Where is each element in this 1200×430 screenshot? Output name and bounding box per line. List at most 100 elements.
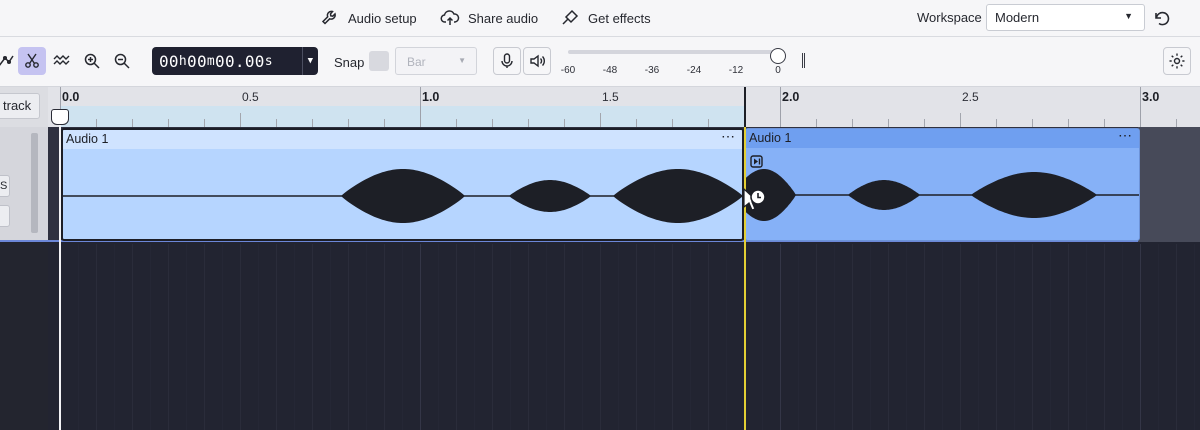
meter-tick: -12 <box>728 65 744 76</box>
get-effects-button[interactable]: Get effects <box>560 6 651 30</box>
audio-clip[interactable]: Audio 1 ⋯ <box>745 128 1140 241</box>
share-audio-label: Share audio <box>468 10 539 26</box>
audio-setup-label: Audio setup <box>348 10 417 26</box>
ruler-label: 1.0 <box>422 90 440 104</box>
grid-line <box>780 244 781 430</box>
grid-line <box>852 244 853 430</box>
grid-line <box>1014 244 1015 430</box>
grid-line <box>258 244 259 430</box>
grid-line <box>960 244 961 430</box>
ruler-label: 0.5 <box>242 90 259 104</box>
zoom-out-button[interactable] <box>108 47 136 75</box>
audio-clip[interactable]: Audio 1 ⋯ <box>61 128 744 241</box>
ruler-label: 2.0 <box>782 90 800 104</box>
ruler-tick <box>708 119 709 127</box>
ruler-tick <box>672 119 673 127</box>
grid-line <box>906 244 907 430</box>
meter-tick: 0 <box>775 65 781 76</box>
grid-line <box>78 244 79 430</box>
chevron-down-icon: ▼ <box>458 56 466 65</box>
playhead-line <box>59 125 61 430</box>
track-option-button[interactable] <box>0 205 10 227</box>
record-meter-button[interactable] <box>493 47 521 75</box>
meter-clip-indicator <box>802 53 805 68</box>
waveform <box>746 169 1139 221</box>
grid-line <box>492 244 493 430</box>
snap-checkbox[interactable] <box>369 51 389 71</box>
empty-track-area[interactable] <box>48 244 1200 430</box>
ruler-tick <box>996 119 997 127</box>
grid-line <box>474 244 475 430</box>
waveform-burst <box>613 169 742 223</box>
settings-button[interactable] <box>1163 47 1191 75</box>
time-format-dropdown[interactable]: ▼ <box>302 47 318 75</box>
ruler-major-line <box>780 87 781 127</box>
track-panel: track S <box>0 87 48 430</box>
ruler-label: 0.0 <box>62 90 80 104</box>
get-effects-label: Get effects <box>588 10 651 26</box>
grid-line <box>1140 244 1141 430</box>
grid-line <box>1086 244 1087 430</box>
envelope-tool-button[interactable] <box>0 47 20 75</box>
waveform-burst <box>848 180 920 210</box>
top-bar: Audio setup Share audio Get effects Work… <box>0 0 1200 37</box>
ruler-tick <box>492 119 493 127</box>
clip-header[interactable]: Audio 1 ⋯ <box>63 130 742 149</box>
time-hours-unit: h <box>178 53 188 69</box>
plug-icon <box>562 9 579 25</box>
selection-range <box>60 106 744 127</box>
workspace-select[interactable]: Modern ▼ <box>986 4 1145 31</box>
empty-lane-area <box>1138 127 1200 242</box>
undo-icon[interactable] <box>1150 7 1172 29</box>
time-ruler[interactable]: 0.0 0.5 1.0 1.5 2.0 2.5 3.0 <box>48 87 1200 127</box>
ruler-tick <box>384 119 385 127</box>
ruler-tick <box>1068 119 1069 127</box>
multi-tool-button[interactable] <box>48 47 76 75</box>
cut-tool-button[interactable] <box>18 47 46 75</box>
chevron-down-icon: ▼ <box>1124 11 1133 21</box>
workspace-label: Workspace <box>917 10 982 25</box>
ruler-tick <box>600 113 601 127</box>
audio-setup-button[interactable]: Audio setup <box>320 6 417 30</box>
snap-select[interactable]: Bar ▼ <box>395 47 477 75</box>
solo-label: S <box>0 180 8 192</box>
trim-icon[interactable] <box>750 155 764 169</box>
ruler-major-line <box>420 87 421 127</box>
grid-line <box>888 244 889 430</box>
volume-slider-track[interactable] <box>568 50 778 54</box>
zoom-in-button[interactable] <box>78 47 106 75</box>
ruler-label: 3.0 <box>1142 90 1160 104</box>
ruler-label: 2.5 <box>962 90 979 104</box>
clip-menu-button[interactable]: ⋯ <box>1118 129 1133 144</box>
grid-line <box>186 244 187 430</box>
share-audio-button[interactable]: Share audio <box>440 6 538 30</box>
grid-line <box>114 244 115 430</box>
track-volume-bar[interactable] <box>31 133 38 233</box>
playhead-handle[interactable] <box>51 109 69 125</box>
time-seconds: 00.00 <box>215 51 265 71</box>
grid-line <box>222 244 223 430</box>
grid-line <box>1104 244 1105 430</box>
clip-name: Audio 1 <box>66 132 109 146</box>
solo-button[interactable]: S <box>0 175 10 197</box>
add-track-button[interactable]: track <box>0 93 40 119</box>
grid-line <box>96 244 97 430</box>
volume-slider-thumb[interactable] <box>770 48 786 64</box>
zoom-out-icon <box>114 53 130 69</box>
grid-line <box>996 244 997 430</box>
envelope-icon <box>0 55 14 66</box>
microphone-icon <box>501 53 513 68</box>
grid-line <box>1122 244 1123 430</box>
grid-line <box>708 244 709 430</box>
ruler-tick <box>456 119 457 127</box>
playback-meter-button[interactable] <box>523 47 551 75</box>
time-seconds-unit: s <box>264 53 273 69</box>
grid-line <box>402 244 403 430</box>
time-display[interactable]: 00 h 00 m 00.00 s ▼ <box>152 47 318 75</box>
clip-header[interactable]: Audio 1 ⋯ <box>746 129 1139 148</box>
grid-line <box>1068 244 1069 430</box>
ruler-major-line <box>1140 87 1141 127</box>
ruler-tick <box>924 119 925 127</box>
clip-menu-button[interactable]: ⋯ <box>721 130 736 145</box>
meter-scale: -60 -48 -36 -24 -12 0 <box>558 65 788 79</box>
